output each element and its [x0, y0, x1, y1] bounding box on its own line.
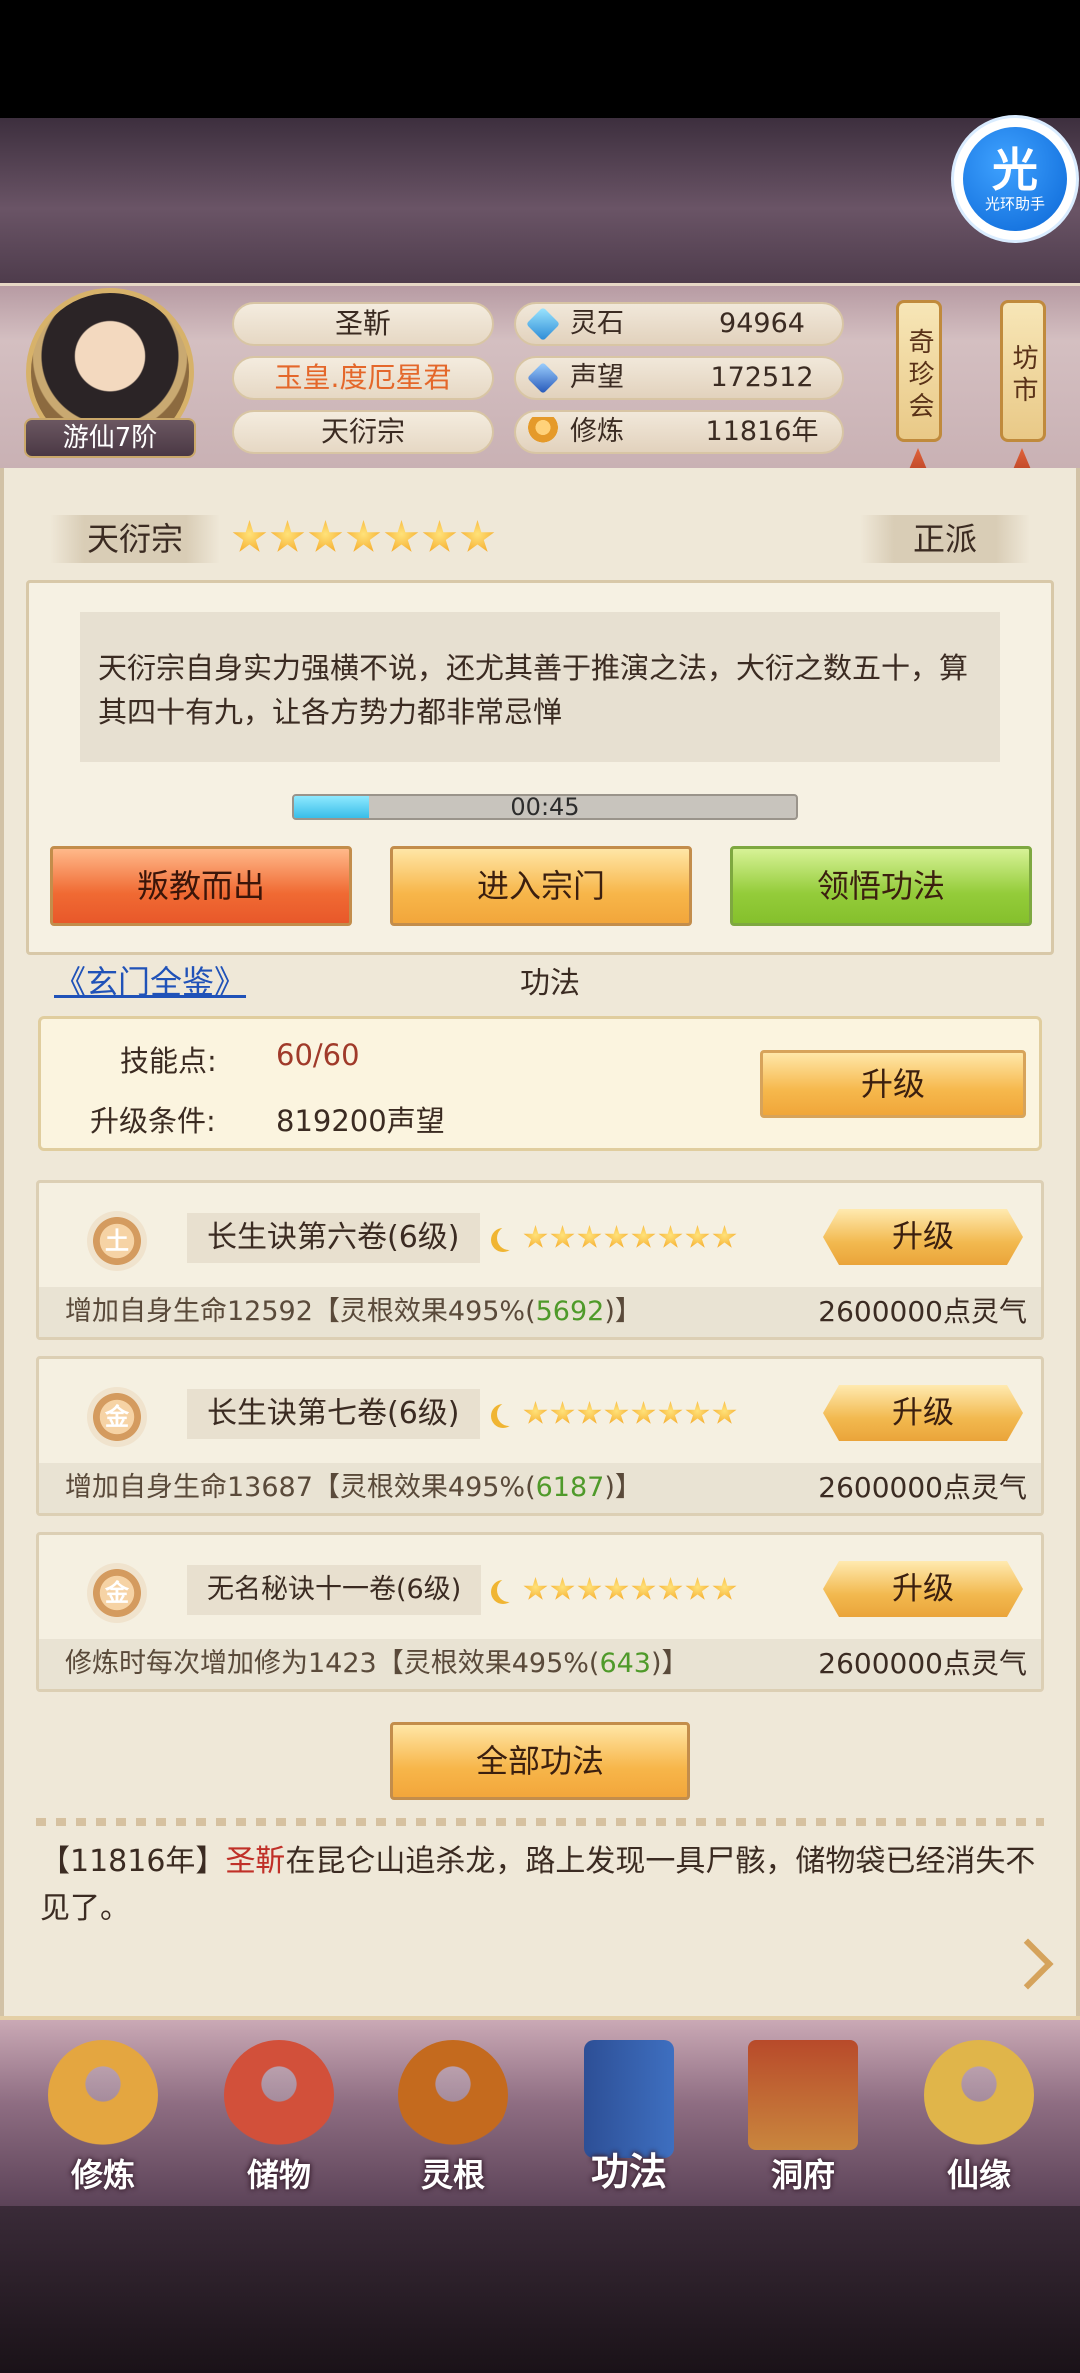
resource-cultivation: 修炼 11816年	[514, 410, 844, 454]
upgrade-condition-value: 819200声望	[276, 1104, 445, 1138]
technique-upgrade-button[interactable]: 升级	[823, 1209, 1023, 1265]
market-button[interactable]: 坊市	[1000, 300, 1046, 442]
skill-points-value: 60/60	[276, 1038, 360, 1072]
star-icon	[550, 1225, 575, 1248]
nav-item-cultivate[interactable]: 修炼	[28, 2040, 178, 2200]
star-icon	[658, 1225, 683, 1248]
technique-card: 土 长生诀第六卷(6级) 升级 增加自身生命12592【灵根效果495%(569…	[36, 1180, 1044, 1340]
star-icon	[712, 1401, 737, 1424]
moon-icon	[497, 1578, 521, 1602]
reputation-icon	[527, 362, 559, 394]
helper-badge[interactable]: 光 光环助手	[954, 118, 1076, 240]
star-icon	[550, 1401, 575, 1424]
star-icon	[232, 520, 267, 552]
treasure-pavilion-button[interactable]: 奇珍会	[896, 300, 942, 442]
xuanmen-encyclopedia-link[interactable]: 《玄门全鉴》	[54, 958, 246, 1006]
player-sect: 天衍宗	[232, 410, 494, 454]
star-icon	[270, 520, 305, 552]
moon-icon	[497, 1226, 521, 1250]
resource-reputation: 声望 172512	[514, 356, 844, 400]
technique-card: 金 长生诀第七卷(6级) 升级 增加自身生命13687【灵根效果495%(618…	[36, 1356, 1044, 1516]
techniques-section-title: 功法	[520, 966, 580, 1001]
player-name: 圣靳	[232, 302, 494, 346]
star-icon	[712, 1577, 737, 1600]
star-icon	[577, 1577, 602, 1600]
star-icon	[577, 1401, 602, 1424]
sect-faction: 正派	[860, 515, 1030, 563]
technique-upgrade-button[interactable]: 升级	[823, 1561, 1023, 1617]
resource-spirit-stone: 灵石 94964	[514, 302, 844, 346]
star-icon	[422, 520, 457, 552]
technique-cost: 2600000点灵气	[818, 1295, 1027, 1328]
technique-stars	[523, 1225, 737, 1250]
star-icon	[577, 1225, 602, 1248]
star-icon	[658, 1401, 683, 1424]
star-icon	[384, 520, 419, 552]
spirit-stone-icon	[526, 307, 560, 341]
player-rank: 游仙7阶	[24, 418, 196, 458]
upgrade-condition-label: 升级条件:	[90, 1104, 216, 1138]
meditation-icon	[528, 417, 558, 447]
technique-name: 无名秘诀十一卷(6级)	[187, 1565, 482, 1615]
technique-stars	[523, 1401, 737, 1426]
technique-upgrade-button[interactable]: 升级	[823, 1385, 1023, 1441]
star-icon	[631, 1401, 656, 1424]
star-icon	[604, 1577, 629, 1600]
nav-item-fortune[interactable]: 仙缘	[904, 2040, 1054, 2200]
helper-logo-icon: 光 光环助手	[963, 127, 1067, 231]
ornament-divider	[36, 1818, 1044, 1826]
skill-upgrade-button[interactable]: 升级	[760, 1050, 1026, 1118]
star-icon	[604, 1401, 629, 1424]
top-banner	[0, 118, 1080, 283]
bottom-bar	[0, 2206, 1080, 2373]
nav-item-storage[interactable]: 储物	[204, 2040, 354, 2200]
comprehend-technique-button[interactable]: 领悟功法	[730, 846, 1032, 926]
technique-card: 金 无名秘诀十一卷(6级) 升级 修炼时每次增加修为1423【灵根效果495%(…	[36, 1532, 1044, 1692]
star-icon	[523, 1225, 548, 1248]
event-log: 【11816年】圣靳在昆仑山追杀龙，路上发现一具尸骸，储物袋已经消失不见了。	[40, 1844, 1036, 1926]
cave-dwelling-icon	[748, 2040, 858, 2150]
nav-item-spirit-root[interactable]: 灵根	[378, 2040, 528, 2200]
star-icon	[460, 520, 495, 552]
star-icon	[346, 520, 381, 552]
skill-points-label: 技能点:	[120, 1044, 217, 1078]
metal-element-icon: 金	[87, 1387, 147, 1447]
all-techniques-button[interactable]: 全部功法	[390, 1722, 690, 1800]
enter-sect-button[interactable]: 进入宗门	[390, 846, 692, 926]
technique-cost: 2600000点灵气	[818, 1647, 1027, 1680]
star-icon	[523, 1577, 548, 1600]
sect-description: 天衍宗自身实力强横不说，还尤其善于推演之法，大衍之数五十，算其四十有九，让各方势…	[80, 612, 1000, 762]
earth-element-icon: 土	[87, 1211, 147, 1271]
star-icon	[712, 1225, 737, 1248]
technique-name: 长生诀第六卷(6级)	[187, 1213, 480, 1263]
betray-sect-button[interactable]: 叛教而出	[50, 846, 352, 926]
metal-element-icon: 金	[87, 1563, 147, 1623]
star-icon	[308, 520, 343, 552]
player-title: 玉皇.度厄星君	[232, 356, 494, 400]
timer-text: 00:45	[510, 794, 580, 820]
star-icon	[685, 1401, 710, 1424]
storage-bag-icon	[224, 2040, 334, 2150]
star-icon	[685, 1225, 710, 1248]
timer-progress-bar: 00:45	[292, 794, 798, 820]
moon-icon	[497, 1402, 521, 1426]
star-icon	[523, 1401, 548, 1424]
technique-stars	[523, 1577, 737, 1602]
sect-stars	[232, 520, 495, 555]
star-icon	[604, 1225, 629, 1248]
nav-item-cave[interactable]: 洞府	[728, 2040, 878, 2200]
spirit-root-icon	[398, 2040, 508, 2150]
star-icon	[631, 1225, 656, 1248]
technique-cost: 2600000点灵气	[818, 1471, 1027, 1504]
star-icon	[685, 1577, 710, 1600]
fortune-icon	[924, 2040, 1034, 2150]
star-icon	[658, 1577, 683, 1600]
star-icon	[550, 1577, 575, 1600]
star-icon	[631, 1577, 656, 1600]
nav-item-techniques[interactable]: 功法	[554, 2040, 704, 2200]
sect-name: 天衍宗	[50, 515, 220, 563]
cultivate-icon	[48, 2040, 158, 2150]
technique-name: 长生诀第七卷(6级)	[187, 1389, 480, 1439]
